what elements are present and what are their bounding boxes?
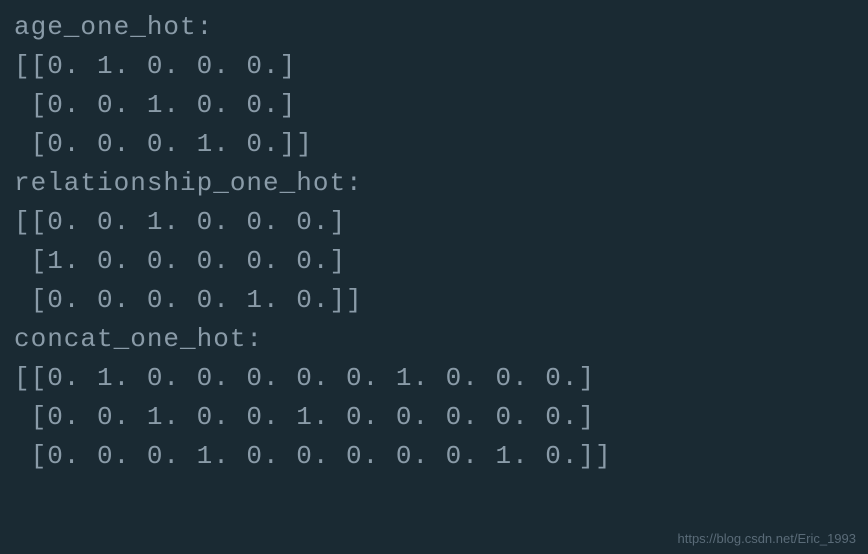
terminal-output: age_one_hot: [[0. 1. 0. 0. 0.] [0. 0. 1.…: [14, 8, 854, 476]
output-line: [0. 0. 0. 0. 1. 0.]]: [14, 281, 854, 320]
output-line: [0. 0. 1. 0. 0. 1. 0. 0. 0. 0. 0.]: [14, 398, 854, 437]
output-line: relationship_one_hot:: [14, 164, 854, 203]
output-line: [[0. 0. 1. 0. 0. 0.]: [14, 203, 854, 242]
output-line: [0. 0. 0. 1. 0.]]: [14, 125, 854, 164]
output-line: [[0. 1. 0. 0. 0. 0. 0. 1. 0. 0. 0.]: [14, 359, 854, 398]
watermark-text: https://blog.csdn.net/Eric_1993: [677, 529, 856, 549]
output-line: concat_one_hot:: [14, 320, 854, 359]
output-line: [0. 0. 1. 0. 0.]: [14, 86, 854, 125]
output-line: age_one_hot:: [14, 8, 854, 47]
output-line: [1. 0. 0. 0. 0. 0.]: [14, 242, 854, 281]
output-line: [[0. 1. 0. 0. 0.]: [14, 47, 854, 86]
output-line: [0. 0. 0. 1. 0. 0. 0. 0. 0. 1. 0.]]: [14, 437, 854, 476]
